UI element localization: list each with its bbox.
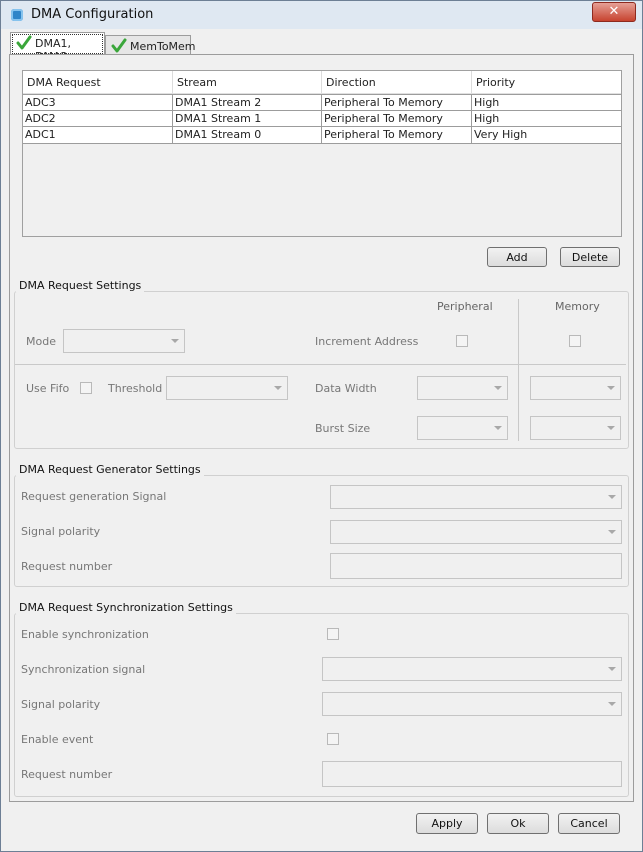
table-header: DMA Request Stream Direction Priority xyxy=(23,71,621,94)
chevron-down-icon xyxy=(494,386,502,390)
chevron-down-icon xyxy=(274,386,282,390)
enable-sync-checkbox[interactable] xyxy=(327,628,339,640)
cell-stream: DMA1 Stream 2 xyxy=(173,95,322,111)
sync-signal-polarity-label: Signal polarity xyxy=(21,698,101,711)
use-fifo-label: Use Fifo xyxy=(26,382,70,395)
cell-dma-request: ADC2 xyxy=(23,111,173,127)
tab-dma1-dma2[interactable]: DMA1, DMA2 xyxy=(10,32,105,63)
chevron-down-icon xyxy=(607,426,615,430)
chevron-down-icon xyxy=(171,339,179,343)
use-fifo-checkbox[interactable] xyxy=(80,382,92,394)
cell-priority: Very High xyxy=(474,128,528,141)
column-divider xyxy=(518,299,519,441)
delete-button[interactable]: Delete xyxy=(560,247,620,267)
cell-stream: DMA1 Stream 0 xyxy=(173,127,322,143)
increment-peripheral-checkbox[interactable] xyxy=(456,335,468,347)
column-header-priority[interactable]: Priority xyxy=(472,71,621,93)
chevron-down-icon xyxy=(608,702,616,706)
cell-dma-request: ADC3 xyxy=(23,95,173,111)
enable-sync-label: Enable synchronization xyxy=(21,628,149,641)
close-button[interactable]: ✕ xyxy=(592,2,636,22)
sync-settings-title: DMA Request Synchronization Settings xyxy=(16,601,236,614)
chevron-down-icon xyxy=(608,530,616,534)
sync-signal-polarity-select[interactable] xyxy=(322,692,622,716)
title-bar: DMA Configuration ✕ xyxy=(1,1,642,29)
cell-stream: DMA1 Stream 1 xyxy=(173,111,322,127)
threshold-select[interactable] xyxy=(166,376,288,400)
memory-header: Memory xyxy=(555,300,600,313)
enable-event-label: Enable event xyxy=(21,733,94,746)
chevron-down-icon xyxy=(608,667,616,671)
peripheral-header: Peripheral xyxy=(437,300,493,313)
generator-signal-polarity-select[interactable] xyxy=(330,520,622,544)
sync-request-number-label: Request number xyxy=(21,768,113,781)
tab-memtomem[interactable]: MemToMem xyxy=(105,35,196,56)
add-button[interactable]: Add xyxy=(487,247,547,267)
focus-ring xyxy=(12,34,103,54)
chevron-down-icon xyxy=(608,495,616,499)
check-icon xyxy=(111,38,127,53)
chevron-down-icon xyxy=(607,386,615,390)
cell-direction: Peripheral To Memory xyxy=(322,127,472,143)
cell-direction: Peripheral To Memory xyxy=(322,111,472,127)
app-icon xyxy=(11,9,23,21)
increment-memory-checkbox[interactable] xyxy=(569,335,581,347)
burst-size-label: Burst Size xyxy=(315,422,371,435)
increment-address-label: Increment Address xyxy=(315,335,419,348)
dma-request-table[interactable]: DMA Request Stream Direction Priority AD… xyxy=(22,70,622,237)
column-header-dma-request[interactable]: DMA Request xyxy=(23,71,173,93)
peripheral-data-width-select[interactable] xyxy=(417,376,508,400)
mode-label: Mode xyxy=(26,335,56,348)
tab-label: MemToMem xyxy=(130,40,196,53)
column-header-direction[interactable]: Direction xyxy=(322,71,472,93)
apply-button[interactable]: Apply xyxy=(416,813,478,834)
window-title: DMA Configuration xyxy=(31,7,154,22)
peripheral-burst-size-select[interactable] xyxy=(417,416,508,440)
sync-signal-select[interactable] xyxy=(322,657,622,681)
column-header-stream[interactable]: Stream xyxy=(173,71,322,93)
cell-priority: High xyxy=(474,112,500,125)
cell-direction: Peripheral To Memory xyxy=(322,95,472,111)
memory-data-width-select[interactable] xyxy=(530,376,621,400)
request-generation-signal-select[interactable] xyxy=(330,485,622,509)
request-generation-signal-label: Request generation Signal xyxy=(21,490,167,503)
memory-burst-size-select[interactable] xyxy=(530,416,621,440)
table-row[interactable]: ADC1 DMA1 Stream 0 Peripheral To Memory … xyxy=(23,126,621,144)
cancel-button[interactable]: Cancel xyxy=(558,813,620,834)
cell-dma-request: ADC1 xyxy=(23,127,173,143)
mode-select[interactable] xyxy=(63,329,185,353)
dma-configuration-window: DMA Configuration ✕ DMA1, DMA2 MemToMem … xyxy=(0,0,643,852)
generator-settings-title: DMA Request Generator Settings xyxy=(16,463,204,476)
divider xyxy=(15,364,626,365)
cell-priority: High xyxy=(474,96,500,109)
dma-request-settings-title: DMA Request Settings xyxy=(16,279,145,292)
generator-request-number-field[interactable] xyxy=(330,553,622,579)
sync-request-number-field[interactable] xyxy=(322,761,622,787)
ok-button[interactable]: Ok xyxy=(487,813,549,834)
enable-event-checkbox[interactable] xyxy=(327,733,339,745)
chevron-down-icon xyxy=(494,426,502,430)
generator-request-number-label: Request number xyxy=(21,560,113,573)
generator-signal-polarity-label: Signal polarity xyxy=(21,525,101,538)
threshold-label: Threshold xyxy=(108,382,163,395)
data-width-label: Data Width xyxy=(315,382,377,395)
sync-signal-label: Synchronization signal xyxy=(21,663,146,676)
